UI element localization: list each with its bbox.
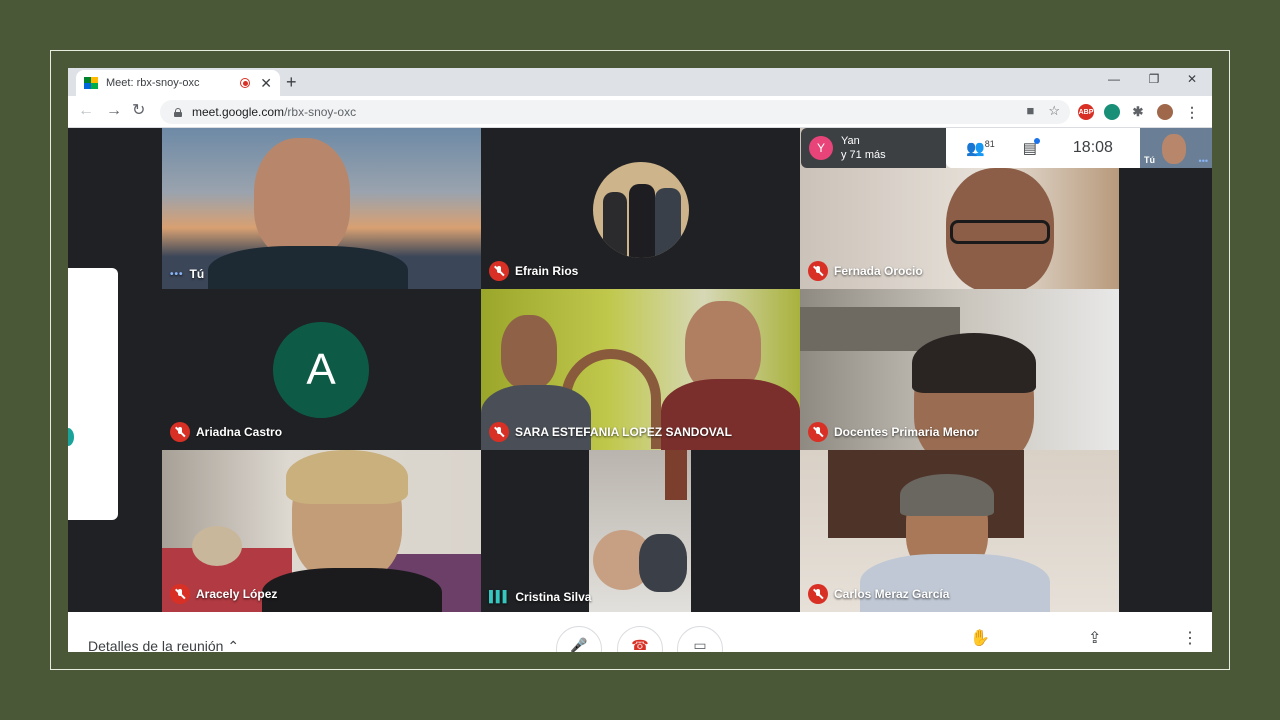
participant-tile[interactable]: SARA ESTEFANIA LOPEZ SANDOVAL xyxy=(481,289,800,450)
tab-title: Meet: rbx-snoy-oxc xyxy=(106,77,200,89)
side-panel-handle[interactable] xyxy=(68,428,74,446)
microphone-icon: 🎤 xyxy=(570,637,588,652)
active-speakers-chip[interactable]: Y Yan y 71 más xyxy=(801,128,946,168)
address-bar[interactable]: meet.google.com/rbx-snoy-oxc ■ ☆ xyxy=(160,100,1070,124)
browser-menu-icon[interactable]: ⋮ xyxy=(1184,104,1200,120)
avatar: A xyxy=(273,322,369,418)
back-button[interactable]: ← xyxy=(78,102,94,120)
adblock-plus-icon[interactable]: ABP xyxy=(1078,104,1094,120)
participant-name: Aracely López xyxy=(196,587,278,601)
chevron-up-icon: ⌃ xyxy=(227,638,240,652)
map-pin-extension-icon[interactable] xyxy=(1104,104,1120,120)
camera-button[interactable]: ▭ xyxy=(677,626,723,652)
people-icon: 👥 xyxy=(966,140,985,157)
more-options-icon[interactable]: ⋮ xyxy=(1182,628,1198,648)
participant-name: Fernada Orocio xyxy=(834,264,923,278)
avatar: Y xyxy=(809,136,833,160)
side-panel xyxy=(68,268,118,520)
bookmark-star-icon[interactable]: ☆ xyxy=(1048,103,1060,119)
tab-strip: Meet: rbx-snoy-oxc ✕ + — ❐ ✕ xyxy=(68,68,1212,96)
participant-name: Ariadna Castro xyxy=(196,425,283,439)
extensions-puzzle-icon[interactable]: ✱ xyxy=(1130,104,1146,120)
hang-up-button[interactable]: ☎ xyxy=(617,626,663,652)
google-meet-icon xyxy=(84,77,98,89)
self-view-tile[interactable]: Tú ••• xyxy=(1140,128,1212,168)
raise-hand-icon[interactable]: ✋ xyxy=(970,628,990,648)
participant-tile[interactable]: Efrain Rios xyxy=(481,128,800,289)
restore-button[interactable]: ❐ xyxy=(1144,72,1164,86)
speaker-more: y 71 más xyxy=(841,149,886,161)
chat-notification-dot xyxy=(1033,138,1040,144)
participant-name: Cristina Silva xyxy=(515,590,592,604)
chat-button[interactable]: ▤ xyxy=(1023,138,1040,157)
new-tab-button[interactable]: + xyxy=(286,72,297,92)
participant-name: Efrain Rios xyxy=(515,264,579,278)
tab-meet[interactable]: Meet: rbx-snoy-oxc ✕ xyxy=(76,70,280,96)
participant-video xyxy=(501,315,557,389)
mic-off-icon xyxy=(170,584,190,604)
mic-button[interactable]: 🎤 xyxy=(556,626,602,652)
participant-tile[interactable]: Carlos Meraz García xyxy=(800,450,1119,612)
minimize-button[interactable]: — xyxy=(1104,72,1124,86)
url-host: meet.google.com xyxy=(192,105,285,119)
forward-button[interactable]: → xyxy=(106,102,122,120)
speaker-name: Yan xyxy=(841,135,860,147)
speaking-indicator-icon: ▌▌▌ xyxy=(489,591,510,603)
more-options-icon[interactable]: ••• xyxy=(170,269,184,280)
participants-button[interactable]: 👥81 xyxy=(966,139,995,157)
recording-indicator-icon xyxy=(240,78,251,88)
participant-tile[interactable]: Aracely López xyxy=(162,450,481,612)
meeting-controls-bar: Detalles de la reunión ⌃ 🎤 ☎ ▭ ✋ ⇪ ⋮ xyxy=(68,612,1212,652)
mic-off-icon xyxy=(808,261,828,281)
self-label: Tú xyxy=(1144,155,1155,165)
participant-video xyxy=(589,450,691,612)
participant-tile[interactable]: ▌▌▌ Cristina Silva xyxy=(481,450,800,612)
participant-tile[interactable]: A Ariadna Castro xyxy=(162,289,481,450)
tab-close-icon[interactable]: ✕ xyxy=(260,76,272,90)
participant-grid: ••• Tú Efrain Rios Fernada Orocio A Aria… xyxy=(162,128,1119,612)
camera-icon: ▭ xyxy=(693,637,707,652)
clock: 18:08 xyxy=(1072,139,1113,156)
mic-off-icon xyxy=(808,422,828,442)
present-screen-icon[interactable]: ⇪ xyxy=(1088,628,1101,648)
mic-off-icon xyxy=(170,422,190,442)
lock-icon xyxy=(174,107,182,117)
mic-off-icon xyxy=(489,261,509,281)
profile-avatar[interactable] xyxy=(1157,104,1173,120)
more-options-icon[interactable]: ••• xyxy=(1199,156,1208,166)
browser-window: Meet: rbx-snoy-oxc ✕ + — ❐ ✕ ← → ↻ meet.… xyxy=(68,68,1212,652)
meeting-details-button[interactable]: Detalles de la reunión ⌃ xyxy=(88,638,239,652)
participant-photo xyxy=(593,162,689,258)
phone-hangup-icon: ☎ xyxy=(631,637,649,652)
mic-off-icon xyxy=(489,422,509,442)
reload-button[interactable]: ↻ xyxy=(132,102,145,120)
browser-toolbar: ← → ↻ meet.google.com/rbx-snoy-oxc ■ ☆ A… xyxy=(68,96,1212,128)
meeting-info-bar: 👥81 ▤ 18:08 xyxy=(946,128,1140,168)
participant-tile[interactable]: Docentes Primaria Menor xyxy=(800,289,1119,450)
camera-permission-icon[interactable]: ■ xyxy=(1026,103,1034,119)
participant-name: Carlos Meraz García xyxy=(834,587,950,601)
participant-name: SARA ESTEFANIA LOPEZ SANDOVAL xyxy=(515,425,732,439)
participant-name: Tú xyxy=(189,267,205,281)
participant-tile[interactable]: ••• Tú xyxy=(162,128,481,289)
url-path: /rbx-snoy-oxc xyxy=(284,105,357,119)
participant-name: Docentes Primaria Menor xyxy=(834,425,979,439)
window-close-button[interactable]: ✕ xyxy=(1182,72,1202,86)
participant-video xyxy=(254,138,350,258)
mic-off-icon xyxy=(808,584,828,604)
meet-stage: ••• Tú Efrain Rios Fernada Orocio A Aria… xyxy=(68,128,1212,652)
participant-count: 81 xyxy=(984,139,995,149)
